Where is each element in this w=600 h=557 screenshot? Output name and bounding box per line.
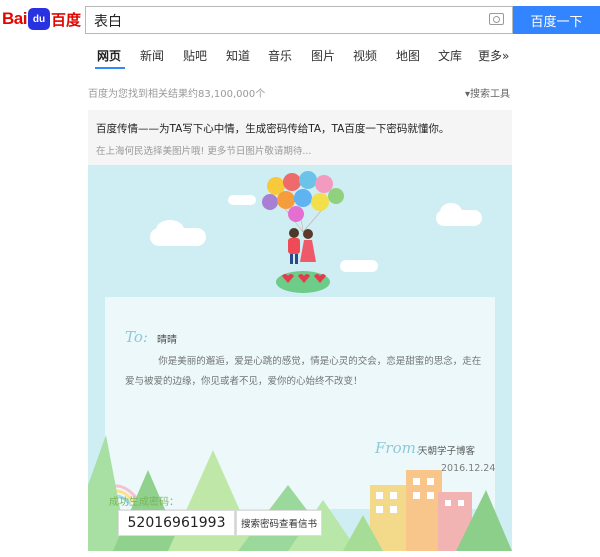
love-letter-card: To: 晴晴 你是美丽的邂逅，爱是心跳的感觉，情是心灵的交会，恋是甜蜜的思念，走… xyxy=(88,165,512,551)
cloud xyxy=(440,203,462,221)
tab-web[interactable]: 网页 xyxy=(97,47,121,64)
top-bar: Bai du 百度 表白 百度一下 xyxy=(0,0,600,38)
result-count: 百度为您找到相关结果约83,100,000个 xyxy=(88,89,266,100)
logo-text: Bai xyxy=(2,9,27,28)
to-label: To: xyxy=(125,328,148,346)
cloud xyxy=(156,220,184,240)
tab-tieba[interactable]: 贴吧 xyxy=(183,47,207,64)
tab-video[interactable]: 视频 xyxy=(353,47,377,64)
logo-cn: 百度 xyxy=(50,11,81,29)
promo-subtitle[interactable]: 在上海何民选择美图片哦! 更多节日图片敬请期待... xyxy=(96,143,311,157)
tab-zhidao[interactable]: 知道 xyxy=(226,47,250,64)
active-tab-underline xyxy=(95,67,125,69)
search-input[interactable]: 表白 xyxy=(85,6,513,34)
balloons-illustration xyxy=(262,171,344,293)
tab-news[interactable]: 新闻 xyxy=(140,47,164,64)
search-tools[interactable]: ▾搜索工具 xyxy=(465,85,510,100)
tab-more[interactable]: 更多» xyxy=(478,47,509,64)
tab-wenku[interactable]: 文库 xyxy=(438,47,462,64)
tab-music[interactable]: 音乐 xyxy=(268,47,292,64)
generated-code[interactable]: 52016961993 xyxy=(118,510,235,536)
letter-message: 你是美丽的邂逅，爱是心跳的感觉，情是心灵的交会，恋是甜蜜的思念，走在爱与被爱的边… xyxy=(125,356,482,387)
baidu-logo[interactable]: Bai du 百度 xyxy=(2,5,81,33)
success-label: 成功生成密码： xyxy=(109,497,179,508)
search-button[interactable]: 百度一下 xyxy=(513,6,600,34)
search-tabs: 网页 新闻 贴吧 知道 音乐 图片 视频 地图 文库 更多» xyxy=(0,38,600,70)
tab-images[interactable]: 图片 xyxy=(311,47,335,64)
view-letter-button[interactable]: 搜索密码查看信书 xyxy=(236,510,322,536)
cloud xyxy=(228,195,256,205)
promo-box: 百度传情——为TA写下心中情，生成密码传给TA，TA百度一下密码就懂你。 在上海… xyxy=(88,110,512,165)
camera-icon[interactable] xyxy=(489,13,504,25)
paw-icon: du xyxy=(27,8,50,30)
promo-title: 百度传情——为TA写下心中情，生成密码传给TA，TA百度一下密码就懂你。 xyxy=(96,123,450,135)
tab-map[interactable]: 地图 xyxy=(396,47,420,64)
recipient-name: 晴晴 xyxy=(157,335,177,346)
search-tools-label: 搜索工具 xyxy=(470,89,511,100)
